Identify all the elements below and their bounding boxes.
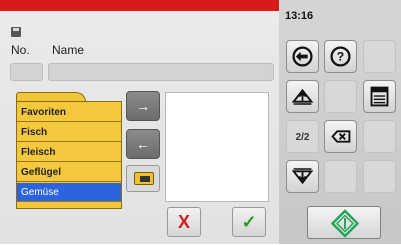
clock: 13:16	[285, 10, 314, 22]
page-down-button[interactable]	[286, 160, 319, 193]
folder-item-favoriten[interactable]: Favoriten	[17, 103, 121, 122]
target-list[interactable]	[165, 92, 269, 202]
back-icon	[292, 46, 313, 67]
folder-item-gemuese[interactable]: Gemüse	[17, 183, 121, 202]
folder-icon	[134, 172, 154, 185]
empty-slot	[363, 40, 396, 73]
backspace-button[interactable]	[324, 120, 357, 153]
number-field[interactable]	[10, 63, 43, 81]
empty-slot	[324, 80, 357, 113]
back-button[interactable]	[286, 40, 319, 73]
help-button[interactable]: ?	[324, 40, 357, 73]
cancel-button[interactable]: X	[167, 207, 201, 237]
number-label: No.	[11, 43, 30, 57]
open-folder-button[interactable]	[126, 165, 160, 192]
page-indicator: 2/2	[295, 132, 310, 143]
name-field[interactable]	[48, 63, 274, 81]
folder-item-fisch[interactable]: Fisch	[17, 123, 121, 142]
backspace-icon	[331, 130, 351, 143]
name-label: Name	[52, 43, 85, 57]
title-bar	[0, 0, 279, 11]
ok-button[interactable]: ✓	[232, 207, 266, 237]
folder-item-fleisch[interactable]: Fleisch	[17, 143, 121, 162]
save-icon[interactable]	[11, 27, 21, 37]
start-icon	[330, 209, 360, 238]
program-list-icon	[370, 86, 389, 107]
folder-item-more[interactable]	[17, 203, 121, 208]
folder-item-gefluegel[interactable]: Geflügel	[17, 163, 121, 182]
move-right-button[interactable]: →	[126, 91, 160, 121]
page-up-button[interactable]	[286, 80, 319, 113]
help-icon: ?	[330, 46, 351, 67]
screen: No. Name Favoriten Fisch Fleisch Geflüge…	[0, 0, 401, 244]
move-left-button[interactable]: ←	[126, 129, 160, 159]
page-indicator-tile: 2/2	[286, 120, 319, 153]
empty-slot	[324, 160, 357, 193]
program-list-button[interactable]	[363, 80, 396, 113]
page-up-icon	[291, 88, 314, 105]
empty-slot	[363, 160, 396, 193]
page-down-icon	[291, 168, 314, 185]
empty-slot	[363, 120, 396, 153]
svg-text:?: ?	[337, 50, 344, 64]
start-button[interactable]	[307, 206, 381, 239]
folder-list: Favoriten Fisch Fleisch Geflügel Gemüse	[16, 101, 122, 209]
